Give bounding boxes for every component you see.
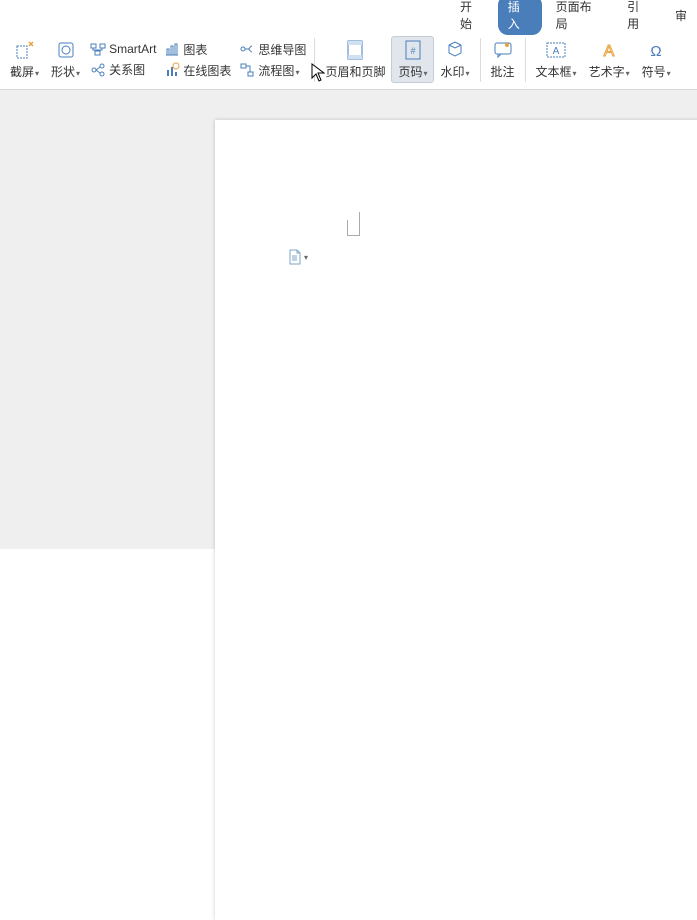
flowchart-button[interactable]: 流程图▾	[239, 62, 306, 79]
textbox-label: 文本框	[536, 65, 572, 79]
shapes-button[interactable]: 形状▾	[45, 37, 86, 82]
page-number-button[interactable]: # 页码▾	[391, 36, 434, 83]
mindmap-button[interactable]: 思维导图	[239, 41, 306, 58]
screenshot-button[interactable]: 截屏▾	[4, 37, 45, 82]
separator	[314, 38, 315, 82]
symbol-button[interactable]: Ω 符号▾	[636, 37, 677, 82]
tab-review[interactable]: 审	[665, 4, 697, 27]
svg-text:Ω: Ω	[651, 43, 662, 60]
shapes-icon	[55, 39, 77, 61]
tab-insert[interactable]: 插入	[498, 0, 542, 35]
tab-layout[interactable]: 页面布局	[546, 0, 614, 35]
document-workspace[interactable]: ▾	[0, 90, 697, 549]
online-chart-icon	[164, 62, 180, 78]
separator	[525, 38, 526, 82]
tab-reference[interactable]: 引用	[617, 0, 661, 35]
wordart-button[interactable]: A 艺术字▾	[583, 37, 636, 82]
svg-text:#: #	[410, 46, 415, 56]
paragraph-options-icon[interactable]: ▾	[287, 249, 308, 265]
textbox-button[interactable]: A 文本框▾	[530, 37, 583, 82]
document-page[interactable]: ▾	[215, 120, 697, 920]
wordart-label: 艺术字	[589, 65, 625, 79]
wordart-icon: A	[598, 39, 620, 61]
chart-icon	[164, 41, 180, 57]
header-footer-icon	[344, 39, 366, 61]
comment-label: 批注	[491, 63, 515, 80]
watermark-icon	[444, 39, 466, 61]
svg-text:A: A	[604, 43, 615, 60]
symbol-label: 符号	[642, 65, 666, 79]
mindmap-icon	[239, 41, 255, 57]
watermark-button[interactable]: 水印▾	[434, 37, 475, 82]
smartart-button[interactable]: SmartArt	[90, 41, 156, 57]
chevron-down-icon: ▾	[304, 253, 308, 262]
text-cursor	[347, 220, 359, 236]
comment-icon	[492, 39, 514, 61]
screenshot-icon	[14, 39, 36, 61]
tab-bar: 开始 插入 页面布局 引用 审	[0, 0, 697, 30]
symbol-icon: Ω	[645, 39, 667, 61]
screenshot-label: 截屏	[10, 65, 34, 79]
separator	[480, 38, 481, 82]
page-number-label: 页码	[398, 65, 422, 79]
flowchart-icon	[239, 62, 255, 78]
ribbon-insert: 截屏▾ 形状▾ SmartArt 关系图 图表	[0, 30, 697, 90]
watermark-label: 水印	[440, 65, 464, 79]
shapes-label: 形状	[51, 65, 75, 79]
relation-icon	[90, 62, 106, 78]
textbox-icon: A	[545, 39, 567, 61]
online-chart-button[interactable]: 在线图表	[164, 62, 231, 79]
page-number-icon: #	[402, 39, 424, 61]
header-footer-button[interactable]: 页眉和页脚	[319, 37, 391, 82]
relation-button[interactable]: 关系图	[90, 61, 156, 78]
comment-button[interactable]: 批注	[485, 37, 521, 82]
header-footer-label: 页眉和页脚	[325, 63, 385, 80]
tab-start[interactable]: 开始	[450, 0, 494, 35]
chart-button[interactable]: 图表	[164, 41, 231, 58]
smartart-icon	[90, 41, 106, 57]
svg-text:A: A	[553, 46, 560, 57]
